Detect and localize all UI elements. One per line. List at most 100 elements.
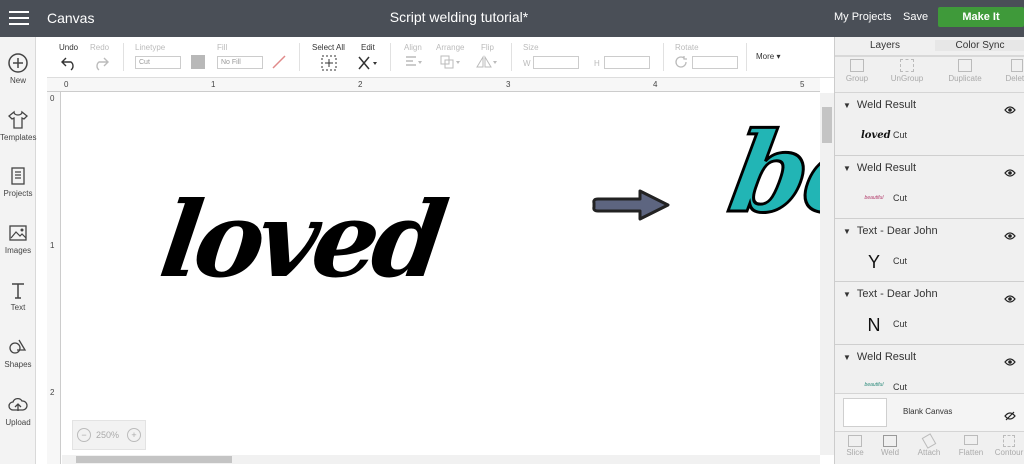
tab-color-sync[interactable]: Color Sync — [935, 40, 1024, 51]
sidebar-label: Projects — [3, 189, 33, 198]
ruler-tick: 1 — [211, 80, 216, 89]
blank-canvas-layer[interactable]: Blank Canvas — [835, 393, 1024, 431]
projects-icon — [11, 167, 25, 185]
size-label: Size — [523, 43, 539, 52]
save-button[interactable]: Save — [903, 11, 928, 23]
linetype-color-swatch[interactable] — [191, 55, 205, 69]
scroll-thumb[interactable] — [822, 107, 832, 143]
sidebar-item-text[interactable]: Text — [0, 279, 36, 312]
ruler-tick: 0 — [64, 80, 69, 89]
edit-label: Edit — [361, 43, 375, 52]
tab-layers[interactable]: Layers — [835, 40, 935, 51]
ruler-tick: 3 — [506, 80, 511, 89]
ruler-tick: 2 — [358, 80, 363, 89]
sidebar-label: Templates — [0, 133, 37, 142]
layer-thumbnail: Y — [867, 252, 880, 272]
more-menu[interactable]: More ▾ — [756, 52, 780, 61]
sidebar-item-templates[interactable]: Templates — [0, 109, 36, 142]
layer-title: Text - Dear John — [856, 288, 938, 300]
rotate-icon[interactable] — [674, 55, 688, 69]
blank-canvas-swatch[interactable] — [843, 398, 887, 427]
no-fill-swatch-icon[interactable] — [272, 55, 286, 69]
sidebar-label: New — [9, 76, 26, 85]
eye-icon[interactable] — [1004, 164, 1016, 182]
sidebar-label: Shapes — [4, 360, 32, 369]
height-input[interactable] — [604, 56, 650, 69]
layer-group[interactable]: ▼ Weld Result beautiful Cut — [835, 345, 1024, 393]
redo-icon[interactable] — [92, 55, 110, 71]
layer-item-label: Cut — [893, 382, 908, 392]
zoom-in-button[interactable]: + — [127, 428, 141, 442]
beautiful-weld-text[interactable]: be — [719, 107, 820, 239]
loved-weld-text[interactable]: loved — [153, 178, 448, 301]
layer-group[interactable]: ▼ Weld Result beautiful Cut — [835, 156, 1024, 219]
flatten-button[interactable]: Flatten — [951, 435, 991, 457]
rotate-label: Rotate — [675, 43, 699, 52]
layer-title: Weld Result — [856, 351, 917, 363]
select-all-icon[interactable] — [321, 55, 337, 71]
width-input[interactable] — [533, 56, 579, 69]
slice-button[interactable]: Slice — [835, 435, 875, 457]
ruler-tick: 2 — [50, 388, 55, 397]
linetype-select[interactable]: Cut — [135, 56, 181, 69]
horizontal-scrollbar[interactable] — [62, 455, 820, 464]
upload-cloud-icon — [8, 397, 28, 411]
edit-scissors-icon[interactable] — [357, 55, 379, 71]
ungroup-button[interactable]: UnGroup — [885, 59, 929, 83]
undo-icon[interactable] — [60, 55, 78, 71]
layer-item-label: Cut — [893, 256, 908, 266]
vertical-scrollbar[interactable] — [820, 93, 834, 455]
text-icon — [12, 283, 24, 299]
sidebar-label: Images — [4, 246, 32, 255]
eye-icon[interactable] — [1004, 353, 1016, 371]
sidebar-item-images[interactable]: Images — [0, 222, 36, 255]
layer-title: Text - Dear John — [856, 225, 938, 237]
collapse-triangle-icon[interactable]: ▼ — [843, 164, 851, 173]
collapse-triangle-icon[interactable]: ▼ — [843, 227, 851, 236]
rotate-input[interactable] — [692, 56, 738, 69]
attach-button[interactable]: Attach — [909, 433, 949, 457]
eye-icon[interactable] — [1004, 227, 1016, 245]
fill-select[interactable]: No Fill — [217, 56, 263, 69]
tshirt-icon — [8, 110, 28, 129]
zoom-control: − 250% + — [72, 420, 146, 450]
contour-button[interactable]: Contour — [993, 435, 1024, 457]
sidebar-item-projects[interactable]: Projects — [0, 165, 36, 198]
blank-canvas-label: Blank Canvas — [903, 407, 953, 416]
linetype-label: Linetype — [135, 43, 166, 52]
my-projects-link[interactable]: My Projects — [834, 11, 891, 23]
layer-group[interactable]: ▼ Weld Result loved Cut — [835, 93, 1024, 156]
design-canvas[interactable]: loved be − 250% + — [62, 93, 820, 455]
sidebar-label: Text — [10, 303, 26, 312]
layer-item-label: Cut — [893, 319, 908, 329]
layer-group[interactable]: ▼ Text - Dear John Y Cut — [835, 219, 1024, 282]
layer-group[interactable]: ▼ Text - Dear John N Cut — [835, 282, 1024, 345]
arrow-right-icon[interactable] — [590, 185, 672, 225]
zoom-out-button[interactable]: − — [77, 428, 91, 442]
duplicate-button[interactable]: Duplicate — [943, 59, 987, 83]
flip-icon[interactable] — [476, 55, 498, 69]
sidebar-label: Upload — [5, 418, 31, 427]
group-button[interactable]: Group — [835, 59, 879, 83]
delete-button[interactable]: Delete — [995, 59, 1024, 83]
arrange-icon[interactable] — [440, 55, 462, 69]
make-it-button[interactable]: Make It — [938, 7, 1024, 27]
align-icon[interactable] — [404, 55, 424, 69]
layer-item-label: Cut — [893, 193, 908, 203]
scroll-thumb[interactable] — [76, 456, 232, 463]
collapse-triangle-icon[interactable]: ▼ — [843, 353, 851, 362]
eye-hidden-icon[interactable] — [1004, 408, 1016, 426]
layer-item-label: Cut — [893, 130, 908, 140]
layer-thumbnail: loved — [861, 130, 891, 141]
collapse-triangle-icon[interactable]: ▼ — [843, 101, 851, 110]
weld-button[interactable]: Weld — [870, 435, 910, 457]
height-label: H — [594, 59, 600, 68]
sidebar-item-shapes[interactable]: Shapes — [0, 336, 36, 369]
plus-circle-icon — [8, 53, 28, 73]
eye-icon[interactable] — [1004, 101, 1016, 119]
sidebar-item-upload[interactable]: Upload — [0, 394, 36, 427]
eye-icon[interactable] — [1004, 290, 1016, 308]
collapse-triangle-icon[interactable]: ▼ — [843, 290, 851, 299]
undo-label: Undo — [59, 43, 79, 52]
sidebar-item-new[interactable]: New — [0, 52, 36, 85]
